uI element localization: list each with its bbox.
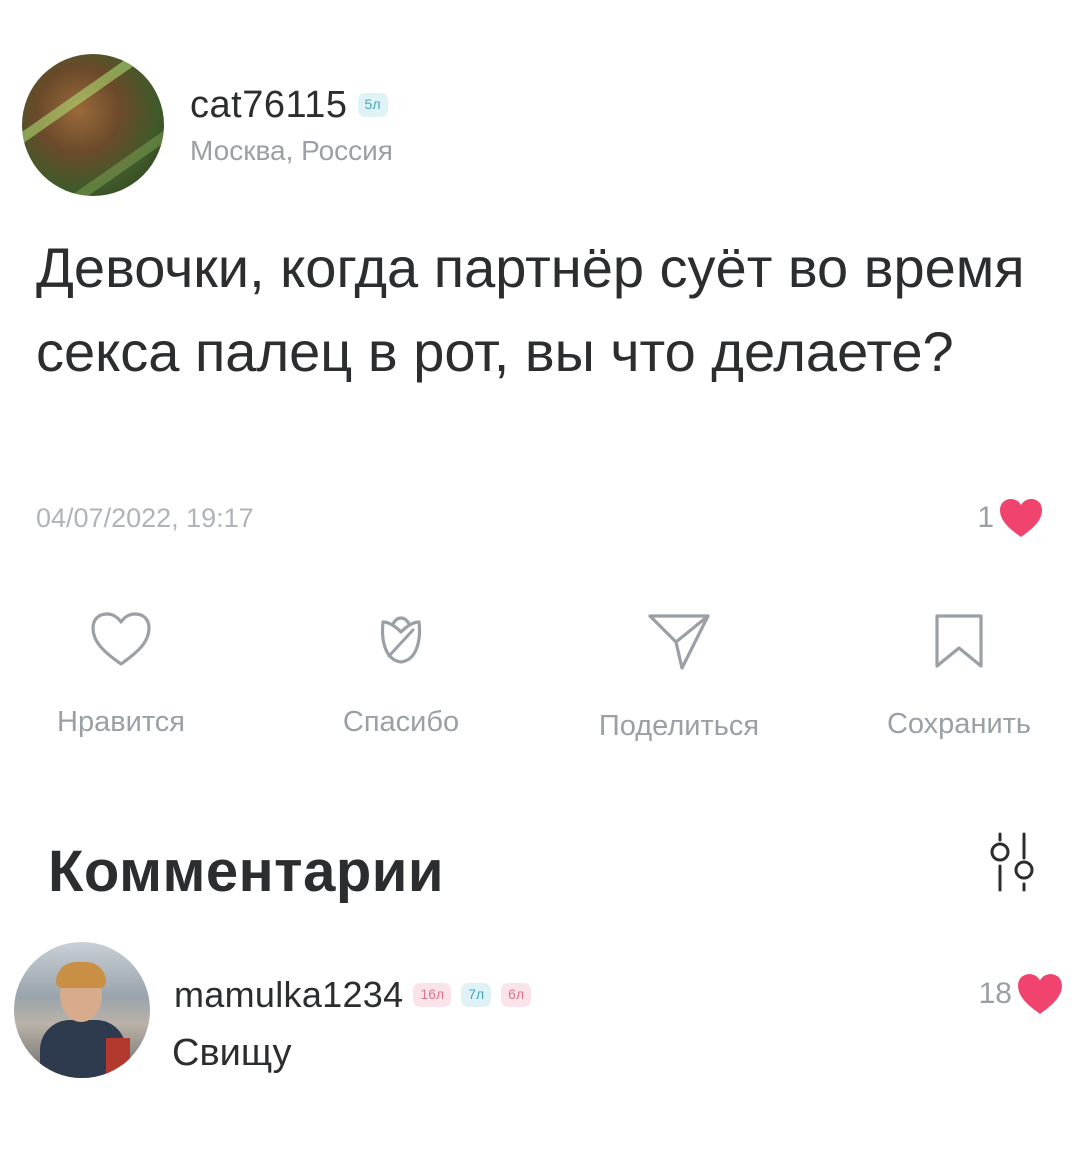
age-badge: 5л bbox=[357, 93, 388, 117]
like-button[interactable]: Нравится bbox=[36, 610, 206, 739]
age-badge: 6л bbox=[501, 983, 532, 1007]
comment-text: Свищу bbox=[172, 1032, 292, 1074]
author-meta: cat76115 5л Москва, Россия bbox=[190, 84, 393, 167]
share-label: Поделиться bbox=[598, 710, 760, 742]
post-text: Девочки, когда партнёр суёт во время сек… bbox=[36, 236, 1025, 383]
tulip-icon bbox=[380, 616, 422, 664]
avatar[interactable] bbox=[22, 54, 164, 196]
like-label: Нравится bbox=[57, 706, 185, 738]
post-date: 04/07/2022, 19:17 bbox=[36, 503, 254, 533]
comment-likes-count: 18 bbox=[978, 977, 1012, 1010]
author-location: Москва, Россия bbox=[190, 134, 393, 166]
share-button[interactable]: Поделиться bbox=[572, 610, 786, 743]
save-label: Сохранить bbox=[886, 708, 1032, 740]
post-likes[interactable]: 1 bbox=[977, 497, 1044, 539]
comment-likes[interactable]: 18 bbox=[979, 972, 1064, 1016]
send-icon bbox=[648, 614, 710, 670]
post-author[interactable]: cat76115 5л Москва, Россия bbox=[22, 54, 393, 196]
comment-username[interactable]: mamulka1234 bbox=[174, 974, 403, 1016]
post-likes-count: 1 bbox=[977, 501, 994, 534]
bookmark-icon bbox=[935, 614, 983, 668]
thanks-label: Спасибо bbox=[342, 706, 460, 738]
heart-filled-icon bbox=[1018, 974, 1062, 1014]
comments-title: Комментарии bbox=[48, 839, 445, 904]
action-bar: Нравится Спасибо Поделиться Сохранить bbox=[0, 610, 1080, 750]
thanks-button[interactable]: Спасибо bbox=[316, 610, 486, 739]
age-badge: 16л bbox=[413, 983, 452, 1007]
sliders-icon[interactable] bbox=[984, 832, 1040, 896]
save-button[interactable]: Сохранить bbox=[862, 610, 1056, 741]
heart-outline-icon bbox=[91, 612, 151, 666]
author-username[interactable]: cat76115 bbox=[190, 84, 348, 127]
comment-avatar[interactable] bbox=[14, 942, 150, 1078]
age-badge: 7л bbox=[461, 983, 492, 1007]
heart-filled-icon bbox=[1000, 499, 1042, 537]
comment-user: mamulka1234 16л 7л 6л bbox=[174, 974, 532, 1016]
username-row: cat76115 5л bbox=[190, 84, 393, 127]
